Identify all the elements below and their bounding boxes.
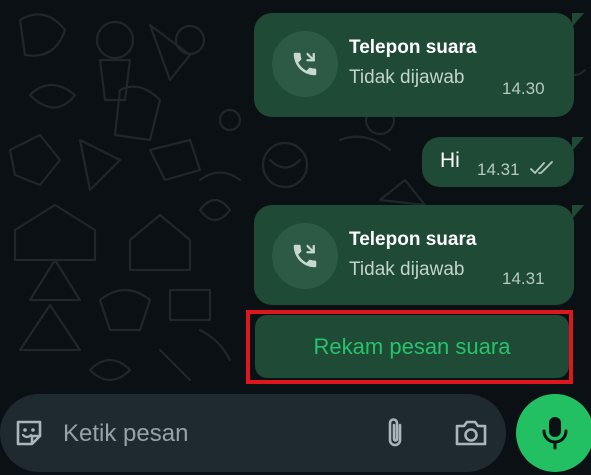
message-call-bubble[interactable]: Telepon suara Tidak dijawab 14.30 xyxy=(254,13,584,117)
message-input-bar[interactable]: Ketik pesan xyxy=(0,394,506,472)
call-status: Tidak dijawab xyxy=(349,259,465,280)
voice-call-icon xyxy=(272,31,338,97)
message-input-placeholder[interactable]: Ketik pesan xyxy=(63,420,188,448)
microphone-icon xyxy=(542,417,568,450)
message-time: 14.31 xyxy=(502,269,545,288)
read-ticks-icon xyxy=(530,161,553,175)
voice-record-button[interactable] xyxy=(516,394,591,472)
message-time: 14.30 xyxy=(502,79,545,98)
message-text-bubble[interactable]: Hi 14.31 xyxy=(422,137,584,187)
sticker-icon[interactable] xyxy=(12,416,46,450)
camera-icon[interactable] xyxy=(453,416,489,450)
call-title: Telepon suara xyxy=(349,37,477,58)
message-time: 14.31 xyxy=(477,160,520,179)
message-call-bubble[interactable]: Telepon suara Tidak dijawab 14.31 xyxy=(254,205,584,305)
message-text: Hi xyxy=(440,149,460,172)
highlight-box xyxy=(246,310,573,384)
call-status: Tidak dijawab xyxy=(349,67,465,88)
call-title: Telepon suara xyxy=(349,229,477,250)
attachment-icon[interactable] xyxy=(378,414,412,452)
voice-call-icon xyxy=(272,223,338,289)
